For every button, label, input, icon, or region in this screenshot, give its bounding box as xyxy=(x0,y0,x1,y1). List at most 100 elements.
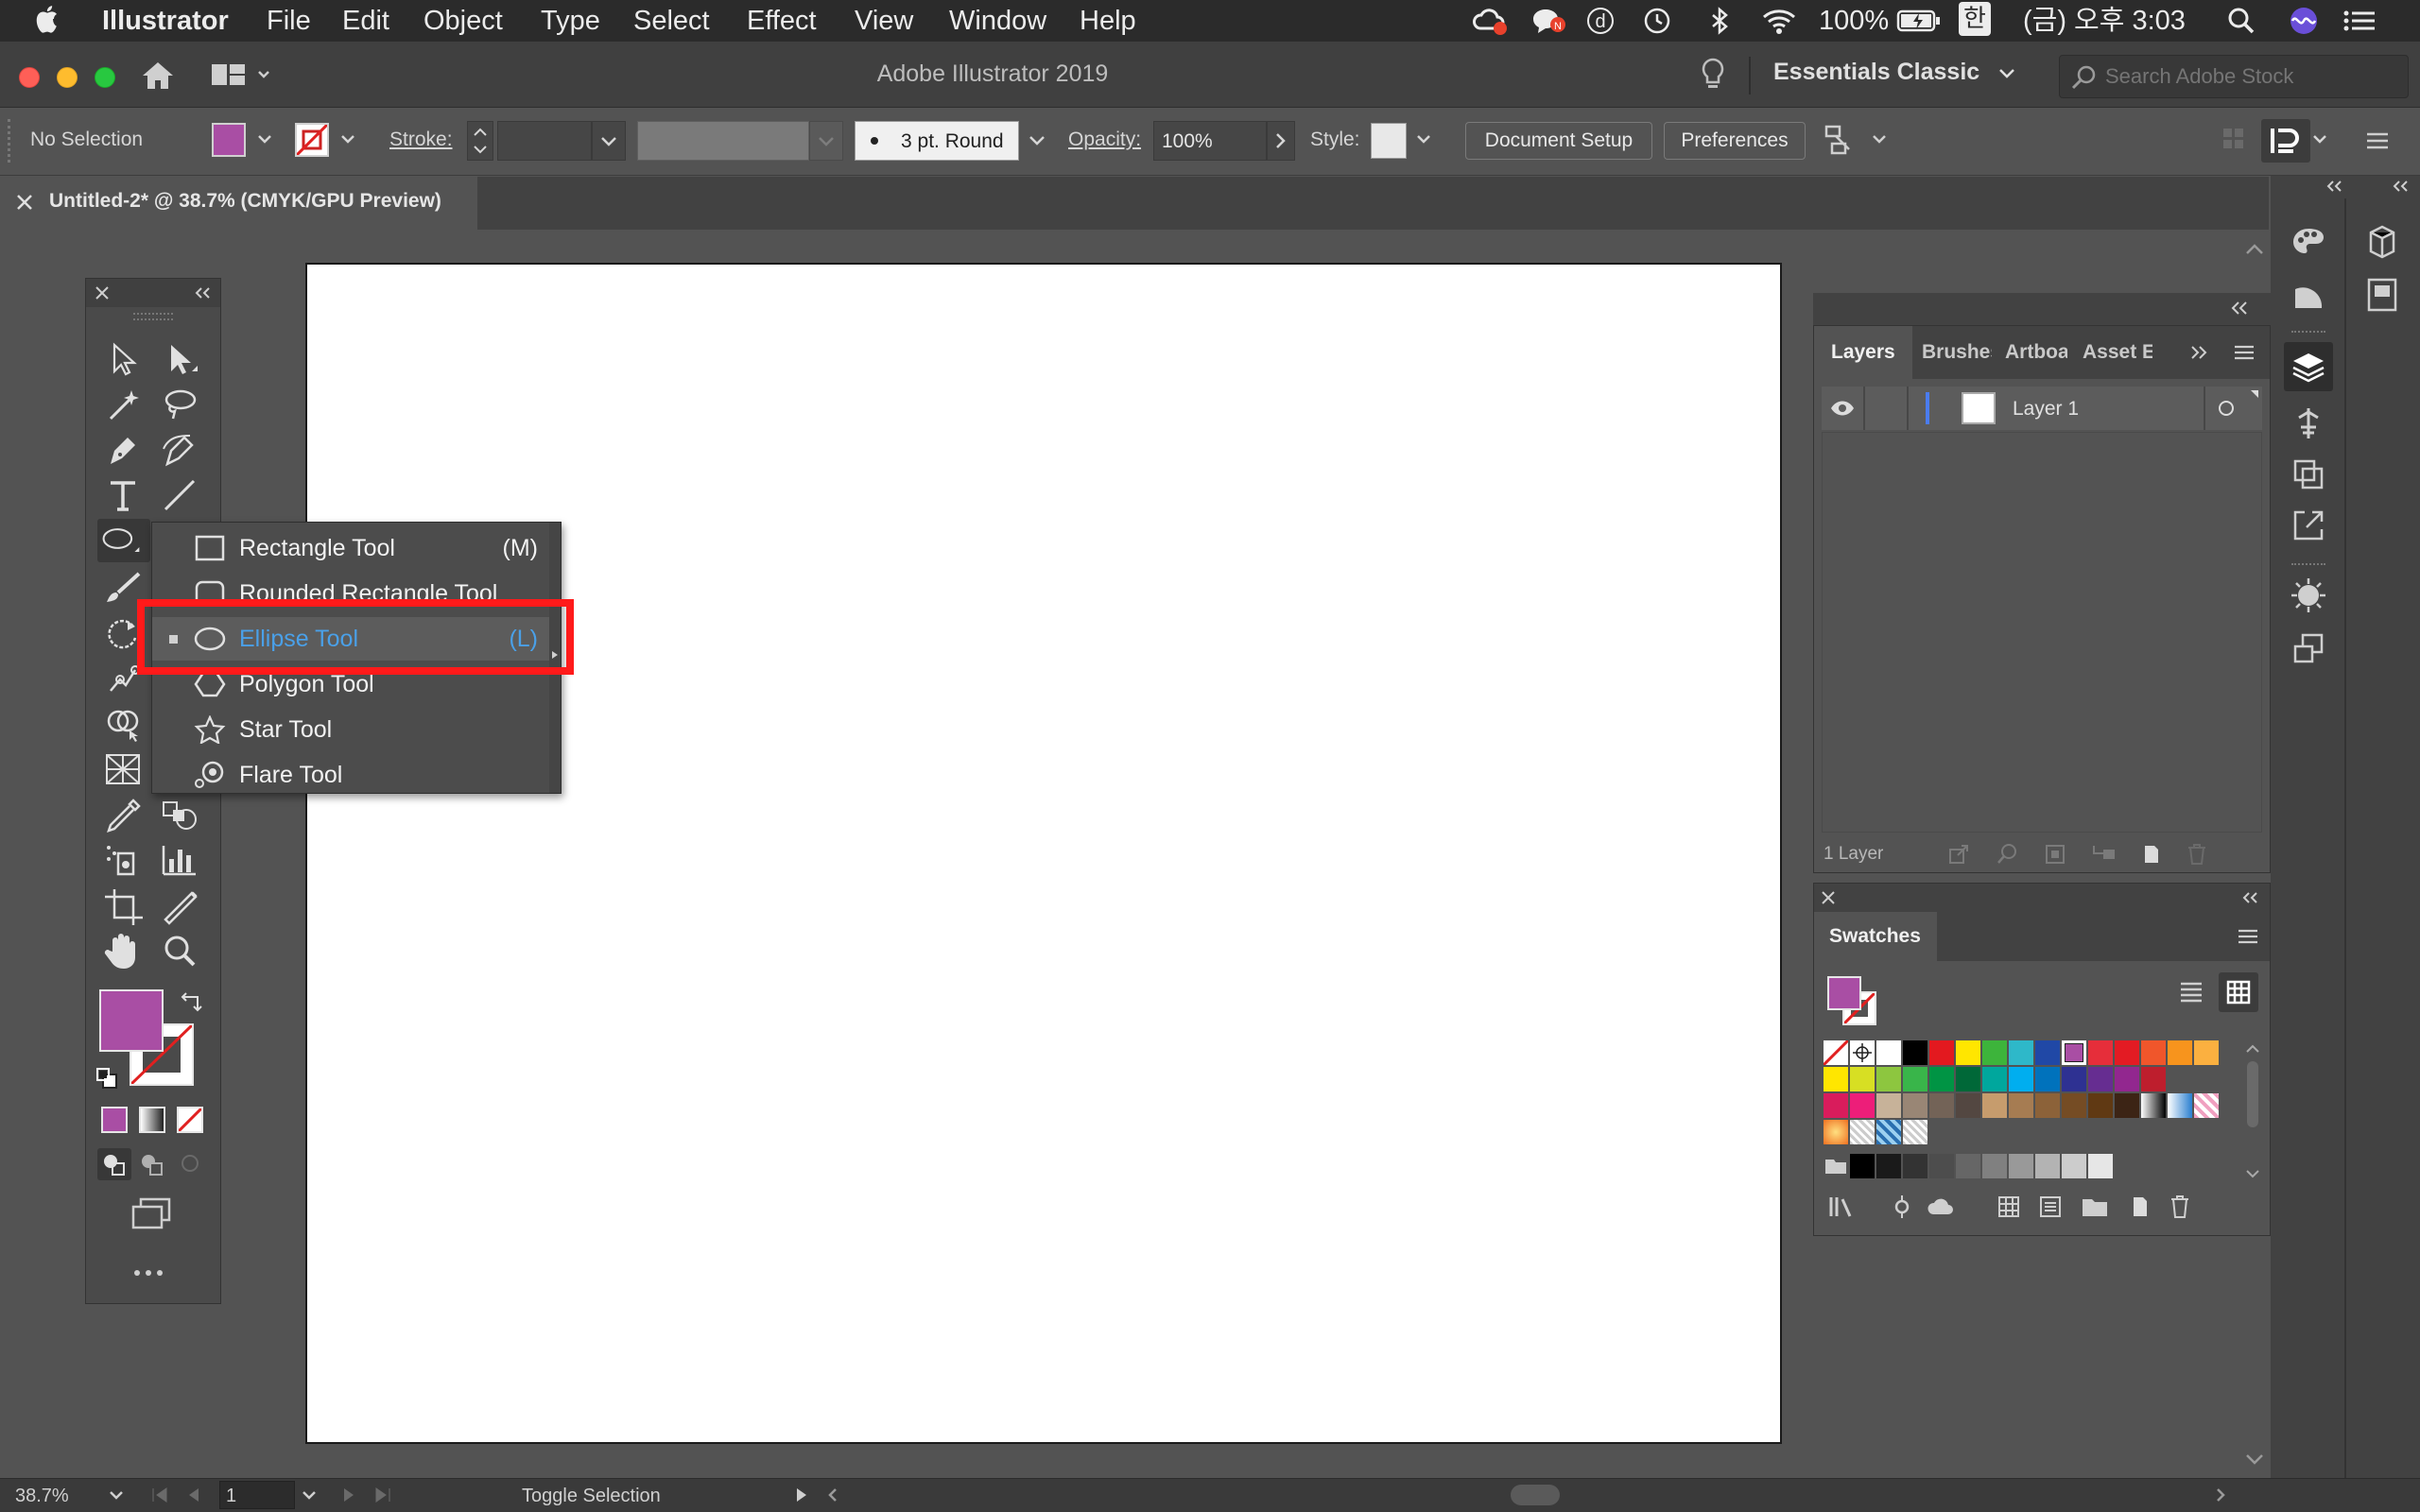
dock-collapse-chevron-icon[interactable] xyxy=(2324,178,2344,197)
lasso-tool-icon[interactable] xyxy=(158,385,201,424)
swatch[interactable] xyxy=(1903,1093,1927,1118)
flyout-item-star-tool[interactable]: Star Tool xyxy=(152,708,549,751)
chat-notification-icon[interactable]: N xyxy=(1530,6,1565,36)
stroke-label[interactable]: Stroke: xyxy=(389,129,453,151)
swatch[interactable] xyxy=(1824,1067,1848,1091)
gradient-swatch[interactable] xyxy=(1824,1120,1848,1144)
color-panel-icon[interactable] xyxy=(2288,221,2329,263)
collapse-panel-icon[interactable] xyxy=(2239,889,2260,906)
dock-grip[interactable] xyxy=(2291,331,2325,336)
swatch[interactable] xyxy=(1876,1067,1901,1091)
layer-target-circle-icon[interactable] xyxy=(2217,399,2236,418)
swatch[interactable] xyxy=(1850,1067,1875,1091)
swatch[interactable] xyxy=(2088,1040,2113,1065)
flyout-item-rectangle-tool[interactable]: Rectangle Tool (M) xyxy=(152,526,549,570)
opacity-input-box[interactable]: 100% xyxy=(1153,121,1267,161)
swatch[interactable] xyxy=(2009,1040,2033,1065)
swatches-scrollbar[interactable] xyxy=(2241,1040,2264,1182)
stroke-weight-input[interactable] xyxy=(497,121,592,161)
menu-edit[interactable]: Edit xyxy=(342,5,389,37)
pattern-swatch[interactable] xyxy=(2194,1093,2219,1118)
ellipse-tool-active-icon[interactable] xyxy=(97,519,150,562)
notification-center-icon[interactable] xyxy=(2341,6,2375,36)
create-sublayer-icon[interactable] xyxy=(2090,842,2118,867)
swatch[interactable] xyxy=(2088,1154,2113,1178)
stroke-weight-stepper[interactable] xyxy=(467,121,493,161)
zoom-level[interactable]: 38.7% xyxy=(15,1486,69,1507)
tab-swatches[interactable]: Swatches xyxy=(1814,912,1937,961)
grid-view-icon[interactable] xyxy=(2219,972,2258,1012)
change-screen-mode-icon[interactable] xyxy=(128,1195,175,1233)
swatch[interactable] xyxy=(1903,1154,1927,1178)
color-group-folder-icon[interactable] xyxy=(1824,1154,1848,1178)
stroke-color-swatch[interactable] xyxy=(295,123,329,157)
document-tab[interactable]: Untitled-2* @ 38.7% (CMYK/GPU Preview) xyxy=(0,177,477,230)
artboard-dropdown-chevron-icon[interactable] xyxy=(301,1490,318,1502)
pattern-swatch[interactable] xyxy=(1876,1120,1901,1144)
direct-selection-tool-icon[interactable] xyxy=(158,339,201,379)
tools-panel-grip[interactable] xyxy=(133,313,173,320)
delete-swatch-icon[interactable] xyxy=(2168,1194,2192,1220)
tab-layers[interactable]: Layers xyxy=(1814,326,1912,379)
wifi-icon[interactable] xyxy=(1760,6,1795,36)
menu-effect[interactable]: Effect xyxy=(747,5,817,37)
stock-search-box[interactable] xyxy=(2059,55,2409,98)
swatch[interactable] xyxy=(2088,1093,2113,1118)
color-guide-icon[interactable] xyxy=(2288,274,2329,316)
close-panel-icon[interactable] xyxy=(94,284,111,301)
draw-normal-icon[interactable] xyxy=(97,1148,131,1180)
selected-swatch[interactable] xyxy=(2062,1040,2086,1065)
none-mode-button[interactable] xyxy=(177,1107,203,1133)
swatch[interactable] xyxy=(1982,1093,2007,1118)
locate-object-icon[interactable] xyxy=(1996,842,2020,867)
show-swatch-kinds-icon[interactable] xyxy=(1890,1194,1914,1220)
slice-tool-icon[interactable] xyxy=(158,885,201,925)
swatch[interactable] xyxy=(2088,1067,2113,1091)
menu-select[interactable]: Select xyxy=(633,5,710,37)
preferences-button[interactable]: Preferences xyxy=(1664,122,1806,160)
collapse-dock-icon[interactable] xyxy=(2229,297,2252,319)
make-clipping-mask-icon[interactable] xyxy=(2043,842,2067,867)
blend-tool-icon[interactable] xyxy=(158,795,201,834)
registration-swatch[interactable] xyxy=(1850,1040,1875,1065)
collapse-panel-icon[interactable] xyxy=(192,284,213,301)
swatch-libraries-icon[interactable] xyxy=(1827,1194,1858,1220)
swatch[interactable] xyxy=(1876,1154,1901,1178)
dock-grip[interactable] xyxy=(2291,563,2325,569)
swatch[interactable] xyxy=(1850,1093,1875,1118)
type-tool-icon[interactable] xyxy=(101,475,145,515)
scroll-thumb[interactable] xyxy=(1511,1485,1560,1505)
eyedropper-tool-icon[interactable] xyxy=(101,795,145,834)
variable-width-dropdown[interactable] xyxy=(809,121,843,161)
previous-artboard-icon[interactable] xyxy=(185,1486,202,1503)
graphic-style-swatch[interactable] xyxy=(1371,123,1407,159)
spotlight-search-icon[interactable] xyxy=(2225,6,2257,36)
swatch[interactable] xyxy=(1929,1040,1954,1065)
transform-panel-icon[interactable] xyxy=(2288,454,2329,495)
swatch[interactable] xyxy=(2115,1067,2139,1091)
fill-color-box[interactable] xyxy=(99,989,164,1052)
new-swatch-icon[interactable] xyxy=(2128,1194,2152,1220)
fill-dropdown-chevron-icon[interactable] xyxy=(257,134,272,146)
export-panel-icon[interactable] xyxy=(2288,505,2329,546)
swatch[interactable] xyxy=(1903,1067,1927,1091)
swatch[interactable] xyxy=(2141,1067,2166,1091)
dictionary-d-icon[interactable]: d xyxy=(1584,6,1616,36)
swatch[interactable] xyxy=(2062,1067,2086,1091)
brush-dropdown[interactable] xyxy=(1021,121,1055,161)
libraries-panel-icon[interactable] xyxy=(2288,403,2329,444)
none-swatch[interactable] xyxy=(1824,1040,1848,1065)
swatch[interactable] xyxy=(2035,1154,2060,1178)
shape-builder-tool-icon[interactable] xyxy=(101,704,145,744)
cc-libraries-icon[interactable] xyxy=(2361,274,2403,316)
close-panel-icon[interactable] xyxy=(1820,889,1837,906)
visibility-eye-icon[interactable] xyxy=(1829,398,1856,419)
layer-name[interactable]: Layer 1 xyxy=(2013,398,2079,421)
siri-icon[interactable] xyxy=(2288,6,2320,36)
swatch[interactable] xyxy=(2035,1040,2060,1065)
swatch[interactable] xyxy=(2062,1154,2086,1178)
gradient-mode-button[interactable] xyxy=(139,1107,165,1133)
magic-wand-tool-icon[interactable] xyxy=(101,385,145,424)
control-bar-grip[interactable] xyxy=(8,119,11,163)
opacity-label[interactable]: Opacity: xyxy=(1068,129,1141,151)
